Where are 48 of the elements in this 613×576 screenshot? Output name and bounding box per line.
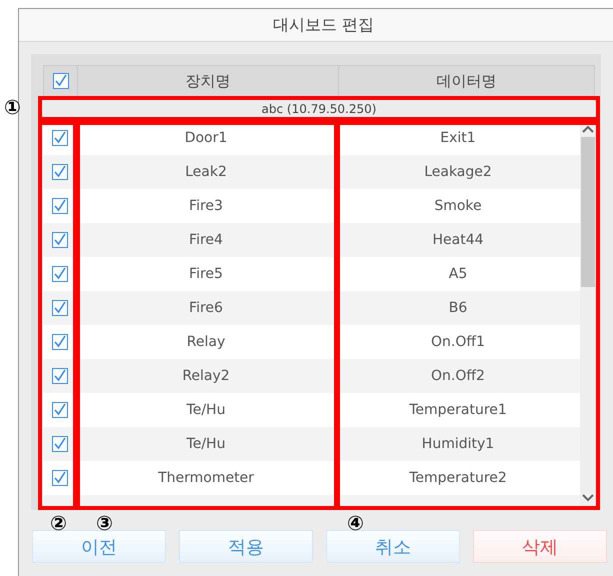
table-cell-text: Leakage2 bbox=[423, 163, 493, 182]
table-cell-text: Relay2 bbox=[181, 367, 231, 386]
dialog-button[interactable]: 취소 bbox=[326, 530, 460, 563]
callout-number: ③ bbox=[96, 513, 113, 533]
table-cell-text: B6 bbox=[448, 299, 468, 318]
checkbox[interactable] bbox=[52, 232, 68, 248]
checkbox[interactable] bbox=[52, 130, 68, 146]
scroll-down-icon[interactable] bbox=[582, 494, 594, 502]
callout-number: ① bbox=[4, 97, 21, 117]
table-cell-text: Exit1 bbox=[439, 129, 477, 148]
checkbox[interactable] bbox=[52, 73, 68, 89]
table-cell-text: Te/Hu bbox=[186, 435, 226, 454]
table-cell-text: Fire3 bbox=[188, 197, 224, 216]
checkbox[interactable] bbox=[52, 164, 68, 180]
dialog-button[interactable]: 삭제 bbox=[473, 530, 607, 563]
table-cell-text: Temperature1 bbox=[408, 401, 508, 420]
checkbox[interactable] bbox=[52, 300, 68, 316]
scrollbar-thumb[interactable] bbox=[580, 137, 594, 287]
table-cell-text: Door1 bbox=[184, 129, 228, 148]
checkbox[interactable] bbox=[52, 368, 68, 384]
callout-number: ② bbox=[50, 513, 67, 533]
table-cell-text: Smoke bbox=[433, 197, 483, 216]
table-cell-text: Fire4 bbox=[188, 231, 224, 250]
scroll-up-icon[interactable] bbox=[582, 125, 594, 133]
table-cell-text: Fire6 bbox=[188, 299, 224, 318]
checkbox[interactable] bbox=[52, 470, 68, 486]
checkbox[interactable] bbox=[52, 266, 68, 282]
table-cell-text: Humidity1 bbox=[420, 435, 496, 454]
checkbox[interactable] bbox=[52, 198, 68, 214]
table-cell-text: On.Off1 bbox=[430, 333, 486, 352]
table-cell-text: Fire5 bbox=[188, 265, 224, 284]
checkbox[interactable] bbox=[52, 402, 68, 418]
table-cell-text: On.Off2 bbox=[430, 367, 486, 386]
table-cell-text: Temperature2 bbox=[408, 469, 508, 488]
checkbox[interactable] bbox=[52, 436, 68, 452]
callout-number: ④ bbox=[347, 513, 364, 533]
window-title: 대시보드 편집 bbox=[272, 14, 374, 36]
table-cell-text: Heat44 bbox=[431, 231, 485, 250]
table-cell-text: Te/Hu bbox=[186, 401, 226, 420]
table-cell-text: Leak2 bbox=[184, 163, 228, 182]
checkbox[interactable] bbox=[52, 334, 68, 350]
table-cell-text: Thermometer bbox=[157, 469, 255, 488]
table-cell-text: Relay bbox=[186, 333, 226, 352]
dialog-button[interactable]: 이전 bbox=[32, 530, 166, 563]
table-cell-text: A5 bbox=[448, 265, 468, 284]
column-header[interactable]: 장치명 bbox=[78, 66, 339, 96]
dialog-button[interactable]: 적용 bbox=[179, 530, 313, 563]
column-header[interactable]: 데이터명 bbox=[339, 66, 594, 96]
